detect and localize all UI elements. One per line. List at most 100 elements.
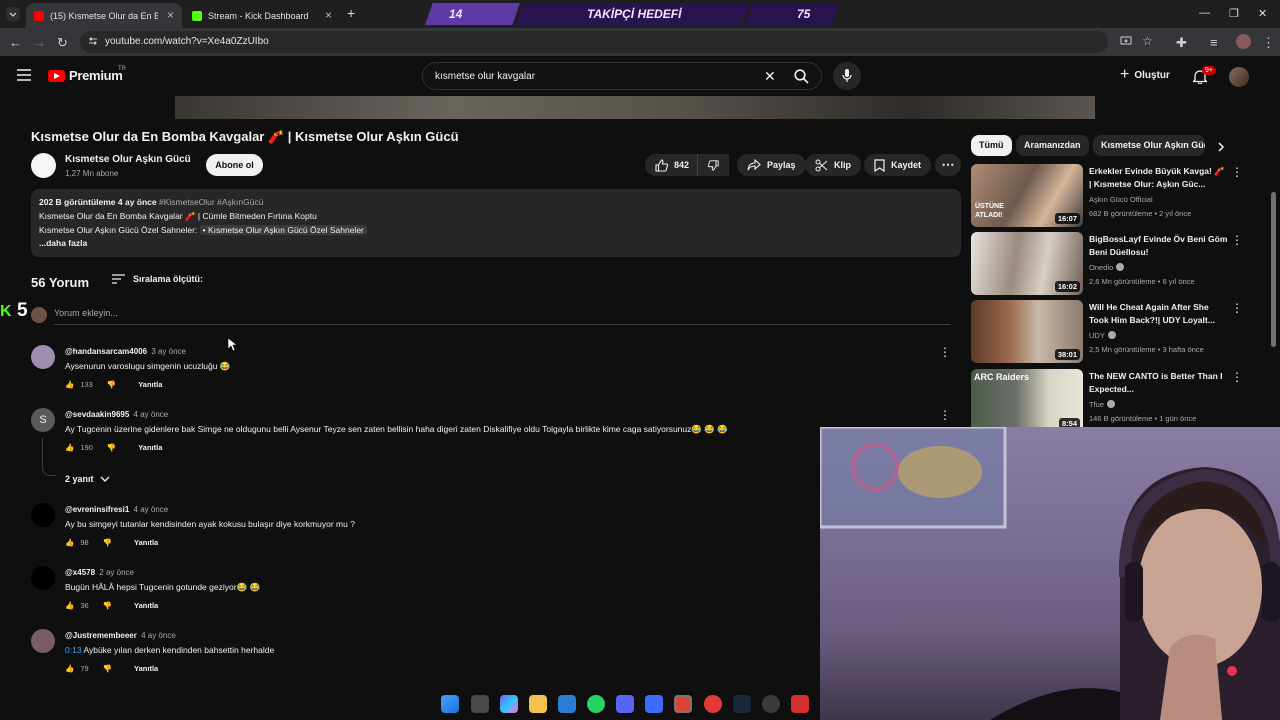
maximize-button[interactable]: ❐: [1229, 7, 1239, 20]
minimize-button[interactable]: —: [1199, 7, 1210, 19]
copilot-icon[interactable]: [500, 695, 518, 713]
close-tab-icon[interactable]: ×: [325, 8, 332, 22]
reload-icon[interactable]: ↻: [57, 35, 68, 51]
clear-search-icon[interactable]: ✕: [764, 68, 776, 85]
description-box[interactable]: 202 B görüntüleme 4 ay önce #KismetseOlu…: [31, 189, 961, 257]
forward-icon[interactable]: →: [33, 35, 46, 50]
dislike-icon[interactable]: 👎: [107, 380, 116, 389]
recommended-video[interactable]: 38:01 Will He Cheat Again After She Took…: [971, 300, 1256, 364]
steam-icon[interactable]: [733, 695, 751, 713]
video-menu-icon[interactable]: ⋮: [1231, 233, 1243, 247]
dislike-icon[interactable]: 👎: [107, 443, 116, 452]
video-menu-icon[interactable]: ⋮: [1231, 370, 1243, 384]
install-icon[interactable]: [1120, 35, 1132, 47]
whatsapp-icon[interactable]: [587, 695, 605, 713]
add-comment-input[interactable]: Yorum ekleyin...: [54, 308, 118, 318]
video-thumbnail[interactable]: ARC Raiders 8:54: [971, 369, 1083, 432]
reply-button[interactable]: Yanıtla: [134, 538, 158, 547]
back-icon[interactable]: ←: [9, 35, 22, 50]
more-actions-button[interactable]: ⋯: [935, 154, 961, 176]
chip-from-search[interactable]: Aramanızdan: [1016, 135, 1089, 156]
like-icon[interactable]: 👍: [65, 443, 74, 452]
commenter-avatar[interactable]: [31, 345, 55, 369]
hamburger-menu-icon[interactable]: [17, 69, 31, 81]
save-button[interactable]: Kaydet: [864, 154, 932, 176]
comment-author[interactable]: @Justremembeeer: [65, 631, 137, 640]
bookmark-star-icon[interactable]: ☆: [1142, 34, 1153, 48]
new-tab-button[interactable]: +: [347, 5, 355, 21]
app-red-icon[interactable]: [791, 695, 809, 713]
reading-list-icon[interactable]: ≡: [1210, 35, 1218, 50]
file-explorer-icon[interactable]: [529, 695, 547, 713]
create-button[interactable]: + Oluştur: [1120, 64, 1170, 86]
subscribe-button[interactable]: Abone ol: [206, 154, 263, 176]
search-icon[interactable]: [794, 69, 809, 84]
url-field[interactable]: youtube.com/watch?v=Xe4a0ZzUIbo ☆: [80, 31, 1153, 53]
close-window-button[interactable]: ✕: [1258, 7, 1267, 20]
profile-avatar[interactable]: [1236, 34, 1251, 49]
tab-search-button[interactable]: [6, 7, 20, 21]
dislike-button[interactable]: [697, 154, 729, 176]
reply-button[interactable]: Yanıtla: [134, 664, 158, 673]
video-menu-icon[interactable]: ⋮: [1231, 301, 1243, 315]
browser-menu-icon[interactable]: ⋮: [1262, 35, 1275, 51]
comment-author[interactable]: @evreninsifresi1: [65, 505, 129, 514]
comment-author[interactable]: @handansarcam4006: [65, 347, 147, 356]
reply-button[interactable]: Yanıtla: [138, 443, 162, 452]
account-avatar[interactable]: [1229, 67, 1249, 87]
chrome-icon[interactable]: [674, 695, 692, 713]
comment-timestamp-link[interactable]: 0:13: [65, 645, 82, 655]
obs-icon[interactable]: [762, 695, 780, 713]
chip-channel[interactable]: Kısmetse Olur Aşkın Gücü: [1093, 135, 1205, 156]
site-info-icon[interactable]: [88, 36, 98, 46]
extensions-icon[interactable]: ✚: [1176, 35, 1187, 51]
voice-search-button[interactable]: [833, 62, 861, 90]
comment-menu-icon[interactable]: ⋮: [939, 408, 951, 422]
sort-button[interactable]: Sıralama ölçütü:: [112, 274, 203, 284]
commenter-avatar[interactable]: S: [31, 408, 55, 432]
comment-time[interactable]: 2 ay önce: [99, 568, 134, 577]
chip-all[interactable]: Tümü: [971, 135, 1012, 156]
clip-button[interactable]: Klip: [805, 154, 861, 176]
like-icon[interactable]: 👍: [65, 664, 74, 673]
commenter-avatar[interactable]: [31, 629, 55, 653]
comment-menu-icon[interactable]: ⋮: [939, 345, 951, 359]
video-menu-icon[interactable]: ⋮: [1231, 165, 1243, 179]
reply-button[interactable]: Yanıtla: [138, 380, 162, 389]
recommended-video[interactable]: ARC Raiders 8:54 The NEW CANTO is Better…: [971, 369, 1256, 433]
dislike-icon[interactable]: 👎: [103, 538, 112, 547]
search-box[interactable]: kısmetse olur kavgalar ✕: [422, 62, 822, 90]
video-thumbnail[interactable]: ÜSTÜNE ATLADI! 16:07: [971, 164, 1083, 227]
dislike-icon[interactable]: 👎: [103, 664, 112, 673]
recommended-video[interactable]: 16:02 BigBossLayf Evinde Öv Beni Göm Ben…: [971, 232, 1256, 296]
channel-name[interactable]: Kısmetse Olur Aşkın Gücü: [65, 154, 191, 165]
playlist-link[interactable]: • Kısmetse Olur Aşkın Gücü Özel Sahneler: [199, 225, 367, 235]
media-player-icon[interactable]: [704, 695, 722, 713]
discord-icon[interactable]: [616, 695, 634, 713]
video-thumbnail[interactable]: 16:02: [971, 232, 1083, 295]
recommended-video[interactable]: ÜSTÜNE ATLADI! 16:07 Erkekler Evinde Büy…: [971, 164, 1256, 228]
store-icon[interactable]: [558, 695, 576, 713]
like-icon[interactable]: 👍: [65, 601, 74, 610]
dislike-icon[interactable]: 👎: [103, 601, 112, 610]
comment-time[interactable]: 4 ay önce: [134, 505, 169, 514]
video-player[interactable]: [175, 96, 1095, 119]
comment-time[interactable]: 3 ay önce: [151, 347, 186, 356]
show-more-link[interactable]: ...daha fazla: [39, 238, 87, 248]
commenter-avatar[interactable]: [31, 566, 55, 590]
close-tab-icon[interactable]: ×: [167, 8, 174, 22]
hashtags[interactable]: #KismetseOlur #AşkınGücü: [159, 197, 263, 207]
like-icon[interactable]: 👍: [65, 380, 74, 389]
tab-youtube[interactable]: (15) Kısmetse Olur da En Bomba ×: [26, 3, 182, 28]
task-view-icon[interactable]: [471, 695, 489, 713]
channel-avatar[interactable]: [31, 153, 56, 178]
comment-author[interactable]: @x4578: [65, 568, 95, 577]
tab-kick-dashboard[interactable]: Stream - Kick Dashboard ×: [184, 3, 340, 28]
like-icon[interactable]: 👍: [65, 538, 74, 547]
comment-author[interactable]: @sevdaakin9695: [65, 410, 129, 419]
comment-time[interactable]: 4 ay önce: [141, 631, 176, 640]
comment-time[interactable]: 4 ay önce: [134, 410, 169, 419]
share-button[interactable]: Paylaş: [737, 154, 806, 176]
scrollbar-thumb[interactable]: [1271, 192, 1276, 347]
search-input[interactable]: kısmetse olur kavgalar: [435, 71, 535, 82]
